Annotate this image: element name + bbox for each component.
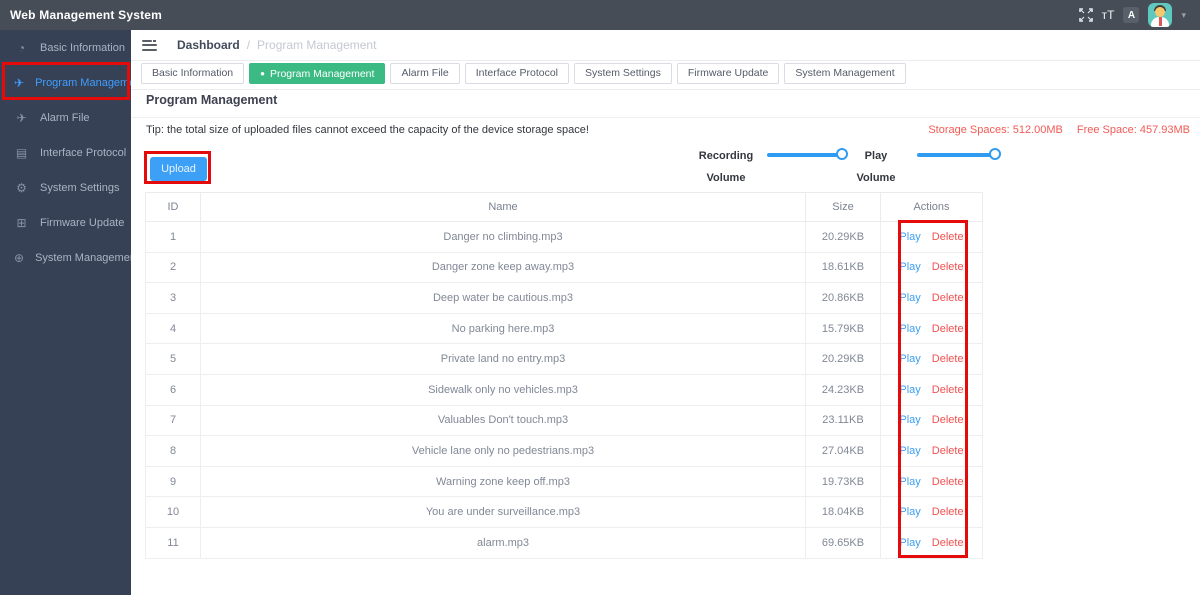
play-link[interactable]: Play (899, 445, 920, 457)
storage-tip: Tip: the total size of uploaded files ca… (146, 124, 589, 136)
upload-button[interactable]: Upload (150, 157, 207, 181)
play-link[interactable]: Play (899, 384, 920, 396)
table-row: 4 No parking here.mp3 15.79KB Play Delete (145, 312, 983, 345)
play-link[interactable]: Play (899, 292, 920, 304)
play-volume-handle[interactable] (989, 148, 1001, 160)
delete-link[interactable]: Delete (932, 384, 964, 396)
delete-link[interactable]: Delete (932, 261, 964, 273)
topbar: Web Management System тT A ▾ (0, 0, 1200, 30)
play-link[interactable]: Play (899, 261, 920, 273)
tab-interface-protocol[interactable]: Interface Protocol (464, 63, 569, 84)
avatar[interactable] (1148, 3, 1173, 27)
sidebar-item-program-management[interactable]: ✈ Program Management (0, 65, 145, 100)
divider (131, 117, 1200, 118)
play-link[interactable]: Play (899, 353, 920, 365)
play-link[interactable]: Play (899, 476, 920, 488)
table-row: 3 Deep water be cautious.mp3 20.86KB Pla… (145, 282, 983, 314)
tab-system-management[interactable]: System Management (784, 63, 906, 84)
font-size-icon[interactable]: тT (1102, 8, 1115, 22)
sidebar: ◔ Basic Information ✈ Program Management… (0, 30, 145, 595)
active-tab-dot-icon: ● (260, 69, 265, 78)
tab-bar: Basic Information ● Program Management Al… (131, 61, 1200, 90)
play-volume-slider-group: Play Volume (845, 143, 1001, 198)
tab-firmware-update[interactable]: Firmware Update (676, 63, 780, 84)
col-header-actions: Actions (880, 192, 983, 222)
col-header-size: Size (805, 192, 881, 222)
play-link[interactable]: Play (899, 506, 920, 518)
sidebar-item-system-settings[interactable]: ⚙ System Settings (0, 170, 131, 205)
sidebar-item-interface-protocol[interactable]: ▤ Interface Protocol (0, 135, 131, 170)
table-header-row: ID Name Size Actions (145, 192, 983, 222)
breadcrumb-dashboard[interactable]: Dashboard (177, 38, 240, 52)
delete-link[interactable]: Delete (932, 414, 964, 426)
table-row: 7 Valuables Don't touch.mp3 23.11KB Play… (145, 404, 983, 437)
send-icon: ✈ (14, 75, 25, 90)
table-row: 10 You are under surveillance.mp3 18.04K… (145, 496, 983, 528)
main-content: Dashboard / Program Management Basic Inf… (131, 30, 1200, 595)
breadcrumb-current: Program Management (257, 38, 377, 52)
globe-icon: ⊕ (14, 250, 25, 265)
play-link[interactable]: Play (899, 414, 920, 426)
topbar-actions: тT A ▾ (1078, 3, 1200, 27)
table-row: 9 Warning zone keep off.mp3 19.73KB Play… (145, 465, 983, 498)
breadcrumb: Dashboard / Program Management (131, 30, 1200, 61)
breadcrumb-separator: / (246, 38, 251, 52)
table-row: 2 Danger zone keep away.mp3 18.61KB Play… (145, 251, 983, 284)
tab-system-settings[interactable]: System Settings (574, 63, 672, 84)
col-header-id: ID (145, 192, 201, 222)
delete-link[interactable]: Delete (932, 323, 964, 335)
file-icon: ▤ (15, 145, 28, 160)
col-header-name: Name (200, 192, 806, 222)
page-title: Program Management (146, 93, 278, 107)
play-volume-slider[interactable] (917, 148, 1001, 160)
storage-spaces-value: Storage Spaces: 512.00MB (928, 124, 1063, 136)
sidebar-item-firmware-update[interactable]: ⊞ Firmware Update (0, 205, 131, 240)
tab-basic-information[interactable]: Basic Information (141, 63, 245, 84)
tab-program-management[interactable]: ● Program Management (249, 63, 386, 84)
play-link[interactable]: Play (899, 231, 920, 243)
gear-icon: ⚙ (16, 180, 27, 195)
file-table: ID Name Size Actions 1 Danger no climbin… (145, 192, 983, 559)
gauge-icon: ◔ (17, 40, 26, 55)
delete-link[interactable]: Delete (932, 506, 964, 518)
play-link[interactable]: Play (899, 537, 920, 549)
tab-alarm-file[interactable]: Alarm File (390, 63, 460, 84)
recording-volume-slider-group: Recording Volume (695, 143, 850, 198)
sidebar-item-system-management[interactable]: ⊕ System Management (0, 240, 139, 275)
delete-link[interactable]: Delete (932, 353, 964, 365)
delete-link[interactable]: Delete (932, 537, 964, 549)
table-row: 11 alarm.mp3 69.65KB Play Delete (145, 526, 983, 559)
chevron-down-icon[interactable]: ▾ (1181, 10, 1186, 21)
fullscreen-icon[interactable] (1078, 8, 1093, 22)
table-row: 6 Sidewalk only no vehicles.mp3 24.23KB … (145, 373, 983, 406)
sidebar-item-basic-information[interactable]: ◔ Basic Information (0, 30, 131, 65)
delete-link[interactable]: Delete (932, 476, 964, 488)
grid-icon: ⊞ (16, 215, 27, 230)
storage-info: Storage Spaces: 512.00MB Free Space: 457… (928, 124, 1190, 136)
play-link[interactable]: Play (899, 323, 920, 335)
recording-volume-slider[interactable] (767, 148, 848, 160)
send-icon: ✈ (16, 110, 27, 125)
hamburger-icon[interactable] (142, 39, 157, 51)
delete-link[interactable]: Delete (932, 292, 964, 304)
table-row: 5 Private land no entry.mp3 20.29KB Play… (145, 343, 983, 375)
delete-link[interactable]: Delete (932, 231, 964, 243)
table-row: 1 Danger no climbing.mp3 20.29KB Play Del… (145, 221, 983, 253)
translate-icon[interactable]: A (1123, 7, 1140, 23)
app-title: Web Management System (10, 8, 163, 22)
free-space-value: Free Space: 457.93MB (1076, 124, 1190, 136)
delete-link[interactable]: Delete (932, 445, 964, 457)
table-row: 8 Vehicle lane only no pedestrians.mp3 2… (145, 435, 983, 467)
sidebar-item-alarm-file[interactable]: ✈ Alarm File (0, 100, 131, 135)
